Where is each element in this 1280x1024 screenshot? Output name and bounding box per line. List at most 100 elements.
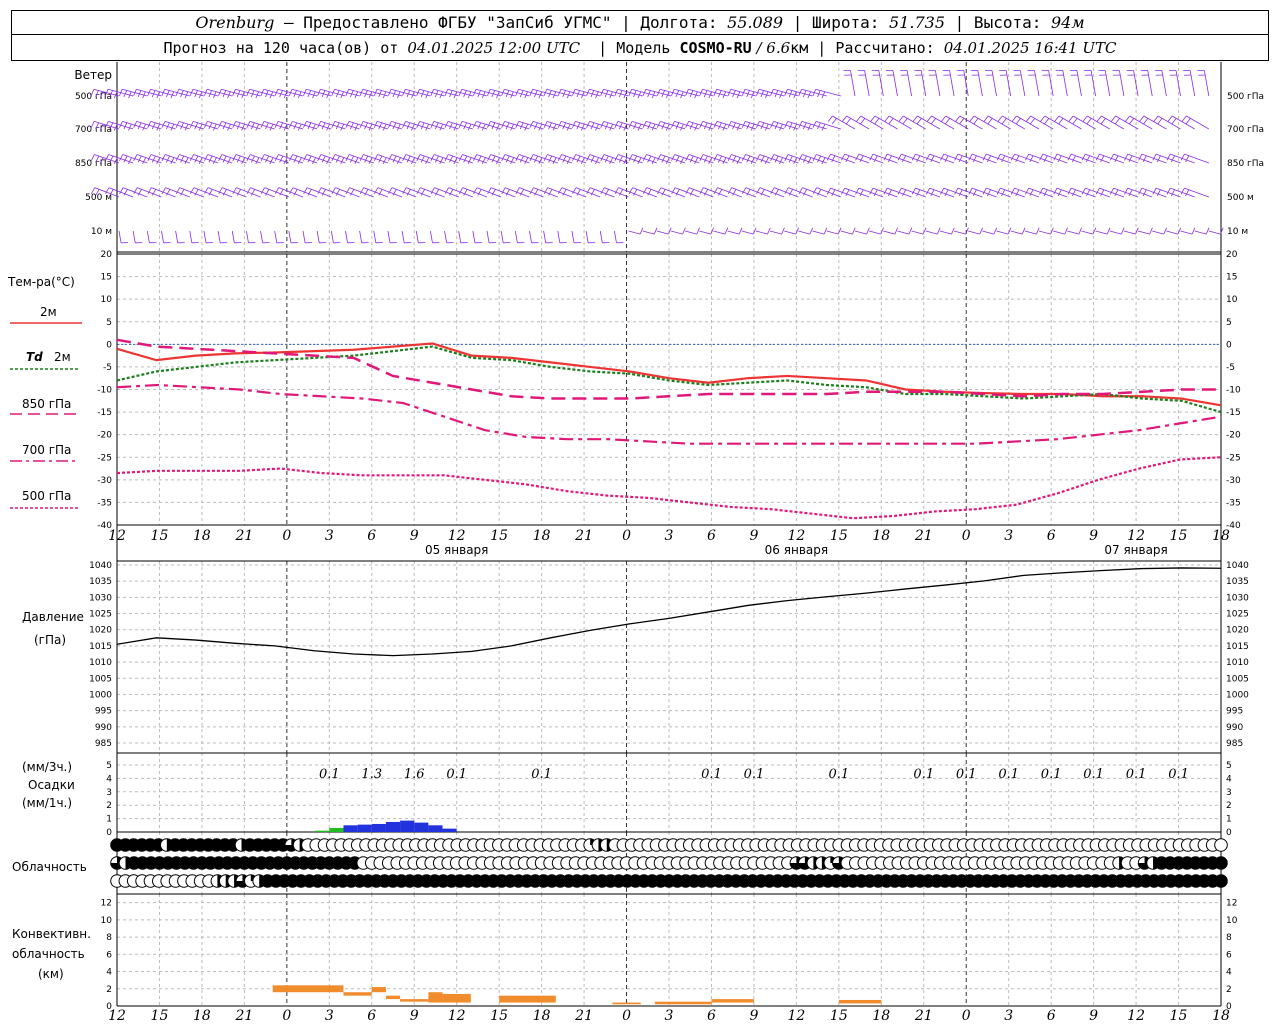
- wind-barb-shaft: [514, 230, 518, 243]
- wind-level-label-left: 700 гПа: [75, 125, 112, 135]
- temperature-ytick-right: -15: [1226, 408, 1241, 418]
- wind-barb-shaft: [1016, 115, 1040, 130]
- wind-barb-shaft: [207, 187, 233, 198]
- cloud-panel-title: Облачность: [12, 860, 87, 874]
- precip-3h-value-label: 0.1: [998, 767, 1019, 782]
- wind-barb-shaft: [935, 70, 941, 97]
- wind-barb-feather: [699, 154, 704, 161]
- x-tick-label-upper: 15: [490, 528, 508, 544]
- wind-barb-feather: [894, 227, 899, 235]
- wind-barb-feather: [227, 157, 232, 164]
- wind-barb-shaft: [316, 230, 320, 243]
- conv-cloud-segment: [442, 993, 471, 1003]
- x-tick-label-upper: 12: [448, 528, 466, 544]
- wind-panel-title: Ветер: [74, 68, 112, 82]
- wind-barb-feather: [212, 157, 217, 164]
- x-tick-label-lower: 0: [622, 1008, 631, 1024]
- wind-barb-feather: [736, 157, 741, 164]
- precip-ytick-right: 5: [1226, 761, 1232, 771]
- wind-barb-shaft: [1058, 115, 1082, 130]
- temperature-ytick-right: 20: [1226, 250, 1238, 260]
- conv-ytick-left: 10: [101, 916, 113, 926]
- wind-barb-feather: [119, 154, 124, 161]
- wind-barb-feather: [449, 155, 454, 163]
- wind-barb-feather: [458, 154, 463, 161]
- wind-barb-feather: [682, 227, 686, 235]
- wind-barb-feather: [764, 157, 769, 164]
- wind-barb-feather: [519, 155, 524, 163]
- wind-barb-feather: [1181, 115, 1187, 122]
- wind-barb-feather: [1110, 115, 1116, 122]
- wind-barb-shaft: [118, 230, 122, 243]
- temperature-ytick-left: 0: [106, 340, 112, 350]
- pressure-ytick-right: 1025: [1226, 610, 1249, 620]
- wind-barb-feather: [884, 115, 890, 122]
- temperature-ytick-right: -25: [1226, 453, 1241, 463]
- wind-barb-feather: [147, 154, 152, 161]
- wind-barb-shaft: [703, 187, 728, 198]
- precip-hourly-bar: [442, 828, 457, 832]
- wind-barb-shaft: [1166, 230, 1179, 235]
- wind-barbs-layer: [90, 69, 1224, 244]
- pressure-ytick-left: 1010: [89, 658, 112, 668]
- wind-barb-feather: [856, 115, 862, 122]
- wind-barb-feather: [562, 155, 567, 163]
- wind-barb-shaft: [1101, 115, 1125, 130]
- wind-barb-feather: [738, 227, 743, 235]
- wind-barb-feather: [657, 154, 661, 161]
- wind-barb-feather: [798, 154, 803, 161]
- precip-3h-value-label: 1.6: [404, 767, 425, 782]
- precip-ytick-left: 2: [106, 801, 112, 811]
- x-tick-label-lower: 0: [962, 1008, 971, 1024]
- wind-barb-feather: [724, 227, 729, 235]
- temperature-ytick-right: -30: [1226, 476, 1241, 486]
- x-tick-label-lower: 21: [914, 1008, 933, 1024]
- wind-barb-feather: [246, 154, 251, 161]
- x-tick-label-upper: 15: [151, 528, 169, 544]
- wind-barb-feather: [826, 187, 831, 195]
- wind-barb-feather: [633, 155, 638, 163]
- wind-barb-feather: [208, 155, 213, 163]
- wind-barb-feather: [1153, 115, 1159, 122]
- wind-barb-shaft: [236, 187, 261, 198]
- wind-barb-feather: [916, 118, 922, 125]
- wind-barb-feather: [463, 155, 468, 163]
- precip-3h-value-label: 0.1: [829, 767, 850, 782]
- wind-barb-shaft: [1030, 115, 1054, 130]
- x-tick-label-lower: 21: [574, 1008, 593, 1024]
- pressure-ytick-right: 1015: [1226, 642, 1249, 652]
- wind-barb-shaft: [1087, 115, 1110, 130]
- wind-barb-shaft: [137, 187, 162, 198]
- meteogram-svg: Ветер Тем-ра(°С) 2м Td 2м 850 гПа 700 гП…: [7, 62, 1264, 1024]
- wind-barb-feather: [1030, 118, 1036, 125]
- wind-barb-feather: [647, 155, 652, 163]
- x-tick-label-lower: 15: [151, 1008, 169, 1024]
- wind-barb-shaft: [1062, 70, 1068, 97]
- wind-barb-shaft: [773, 187, 799, 198]
- x-tick-label-upper: 21: [914, 528, 933, 544]
- cloud-cover-symbol: [1214, 838, 1228, 852]
- wind-barb-shaft: [846, 115, 870, 130]
- wind-barb-feather: [151, 155, 156, 163]
- wind-barb-feather: [1129, 118, 1135, 125]
- wind-barb-shaft: [949, 70, 955, 97]
- wind-barb-feather: [331, 154, 336, 161]
- x-tick-label-upper: 0: [962, 528, 971, 544]
- legend-td-label: Td: [26, 350, 43, 364]
- temperature-ytick-right: -35: [1226, 498, 1241, 508]
- wind-barb-feather: [218, 154, 223, 161]
- wind-barb-feather: [642, 154, 647, 161]
- wind-barb-feather: [614, 154, 619, 161]
- wind-barb-feather: [1185, 118, 1191, 125]
- wind-barb-feather: [382, 157, 387, 164]
- wind-barb-shaft: [108, 187, 134, 198]
- wind-barb-feather: [628, 154, 633, 161]
- wind-barb-shaft: [727, 230, 740, 235]
- wind-barb-feather: [439, 157, 444, 164]
- pressure-ytick-left: 1035: [89, 577, 112, 587]
- wind-barb-shaft: [745, 187, 771, 198]
- wind-barb-feather: [420, 155, 425, 163]
- wind-barb-feather: [727, 154, 732, 161]
- wind-level-label-right: 10 м: [1227, 227, 1248, 237]
- wind-barb-feather: [576, 155, 581, 163]
